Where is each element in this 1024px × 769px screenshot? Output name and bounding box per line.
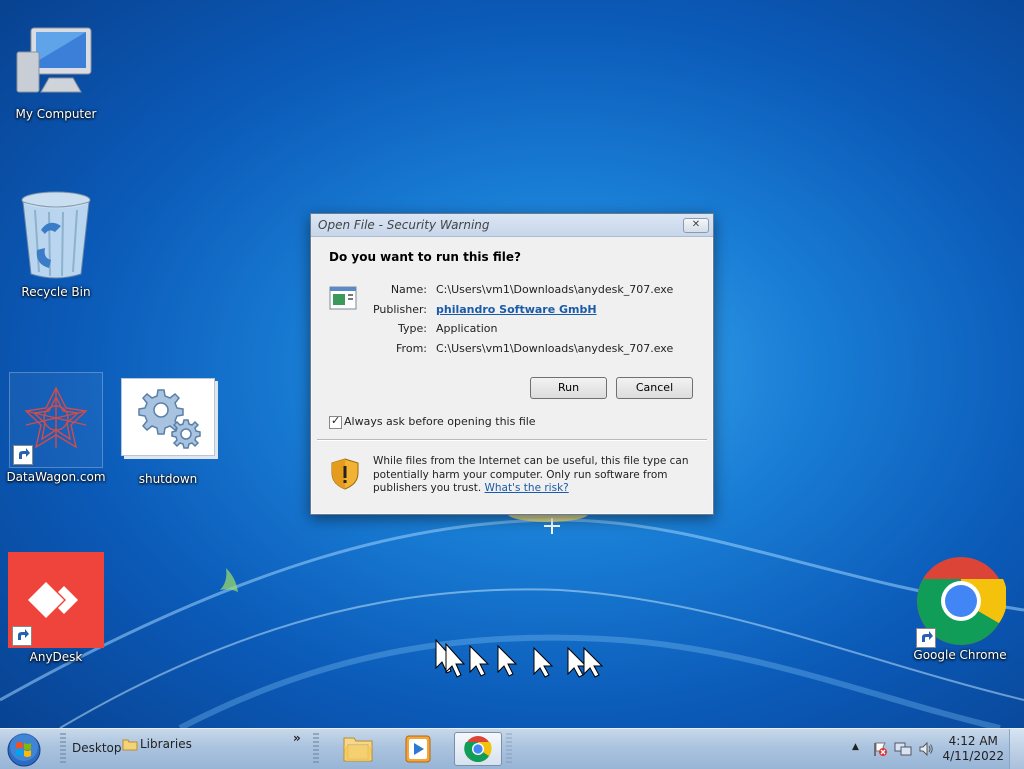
publisher-link[interactable]: philandro Software GmbH [436, 303, 597, 316]
taskbar-separator [506, 733, 512, 765]
libraries-toolbar-item[interactable]: Libraries [140, 737, 192, 751]
warning-text: While files from the Internet can be use… [373, 455, 693, 496]
anydesk-logo-icon [8, 552, 104, 648]
shortcut-arrow-icon [13, 445, 33, 465]
taskbar-media-player-button[interactable] [394, 732, 442, 766]
type-value: Application [436, 322, 498, 335]
taskbar-chrome-button[interactable] [454, 732, 502, 766]
dialog-title: Open File - Security Warning [318, 218, 490, 232]
from-value: C:\Users\vm1\Downloads\anydesk_707.exe [436, 341, 674, 355]
whats-the-risk-link[interactable]: What's the risk? [485, 482, 569, 494]
from-label: From: [396, 341, 427, 355]
shutdown-desktop-icon[interactable]: shutdown [118, 378, 218, 486]
start-button[interactable] [6, 732, 42, 768]
my-computer-label: My Computer [15, 107, 97, 121]
security-shield-icon [331, 458, 359, 490]
publisher-label: Publisher: [372, 302, 427, 316]
always-ask-label[interactable]: Always ask before opening this file [344, 415, 536, 428]
name-value: C:\Users\vm1\Downloads\anydesk_707.exe [436, 283, 674, 296]
shortcut-arrow-icon [916, 628, 936, 648]
name-label: Name: [390, 283, 427, 296]
always-ask-checkbox[interactable]: ✓ [329, 414, 342, 429]
dialog-question: Do you want to run this file? [329, 250, 521, 264]
taskbar: Desktop Libraries » ▲ 4:12 AM 4/11/2022 [0, 728, 1024, 769]
google-chrome-label: Google Chrome [913, 648, 1007, 662]
taskbar-explorer-button[interactable] [334, 732, 382, 766]
checkmark-icon: ✓ [331, 414, 341, 427]
recycle-bin-icon [21, 191, 91, 279]
my-computer-desktop-icon[interactable]: My Computer [6, 22, 106, 121]
recycle-bin-label: Recycle Bin [21, 285, 91, 299]
toolbar-separator[interactable] [60, 733, 66, 765]
libraries-folder-icon [122, 739, 138, 751]
show-desktop-button[interactable] [1009, 729, 1024, 769]
shortcut-arrow-icon [12, 626, 32, 646]
network-icon[interactable] [894, 741, 912, 757]
show-hidden-icons-arrow[interactable]: ▲ [852, 742, 859, 752]
chrome-icon [464, 736, 492, 763]
media-player-icon [405, 735, 431, 763]
dialog-titlebar[interactable]: Open File - Security Warning ✕ [311, 214, 713, 237]
close-button[interactable]: ✕ [683, 218, 709, 233]
toolbar-separator[interactable] [313, 733, 319, 765]
shutdown-label: shutdown [138, 472, 198, 486]
google-chrome-desktop-icon[interactable]: Google Chrome [910, 556, 1010, 662]
desktop-toolbar-label[interactable]: Desktop [72, 741, 122, 755]
cancel-button[interactable]: Cancel [616, 377, 693, 399]
volume-icon[interactable] [918, 741, 934, 757]
run-button[interactable]: Run [530, 377, 607, 399]
dialog-divider [317, 439, 707, 441]
gear-icon [138, 389, 201, 449]
recycle-bin-desktop-icon[interactable]: Recycle Bin [6, 190, 106, 299]
toolbar-overflow-chevron[interactable]: » [293, 731, 301, 745]
datawagon-desktop-icon[interactable]: DataWagon.com [6, 372, 106, 484]
clock-date: 4/11/2022 [942, 749, 1004, 763]
system-clock[interactable]: 4:12 AM 4/11/2022 [942, 734, 1004, 764]
cursor-arrows [435, 638, 604, 678]
type-label: Type: [398, 322, 427, 335]
security-warning-dialog: Open File - Security Warning ✕ Do you wa… [310, 213, 714, 515]
folder-icon [343, 737, 373, 762]
anydesk-desktop-icon[interactable]: AnyDesk [6, 552, 106, 664]
anydesk-label: AnyDesk [29, 650, 83, 664]
datawagon-label: DataWagon.com [6, 470, 106, 484]
close-icon: ✕ [691, 219, 701, 230]
action-center-flag-icon[interactable] [872, 741, 888, 757]
clock-time: 4:12 AM [948, 734, 998, 748]
datawagon-logo-icon [24, 386, 88, 449]
computer-icon [16, 27, 92, 93]
application-file-icon [329, 286, 357, 310]
